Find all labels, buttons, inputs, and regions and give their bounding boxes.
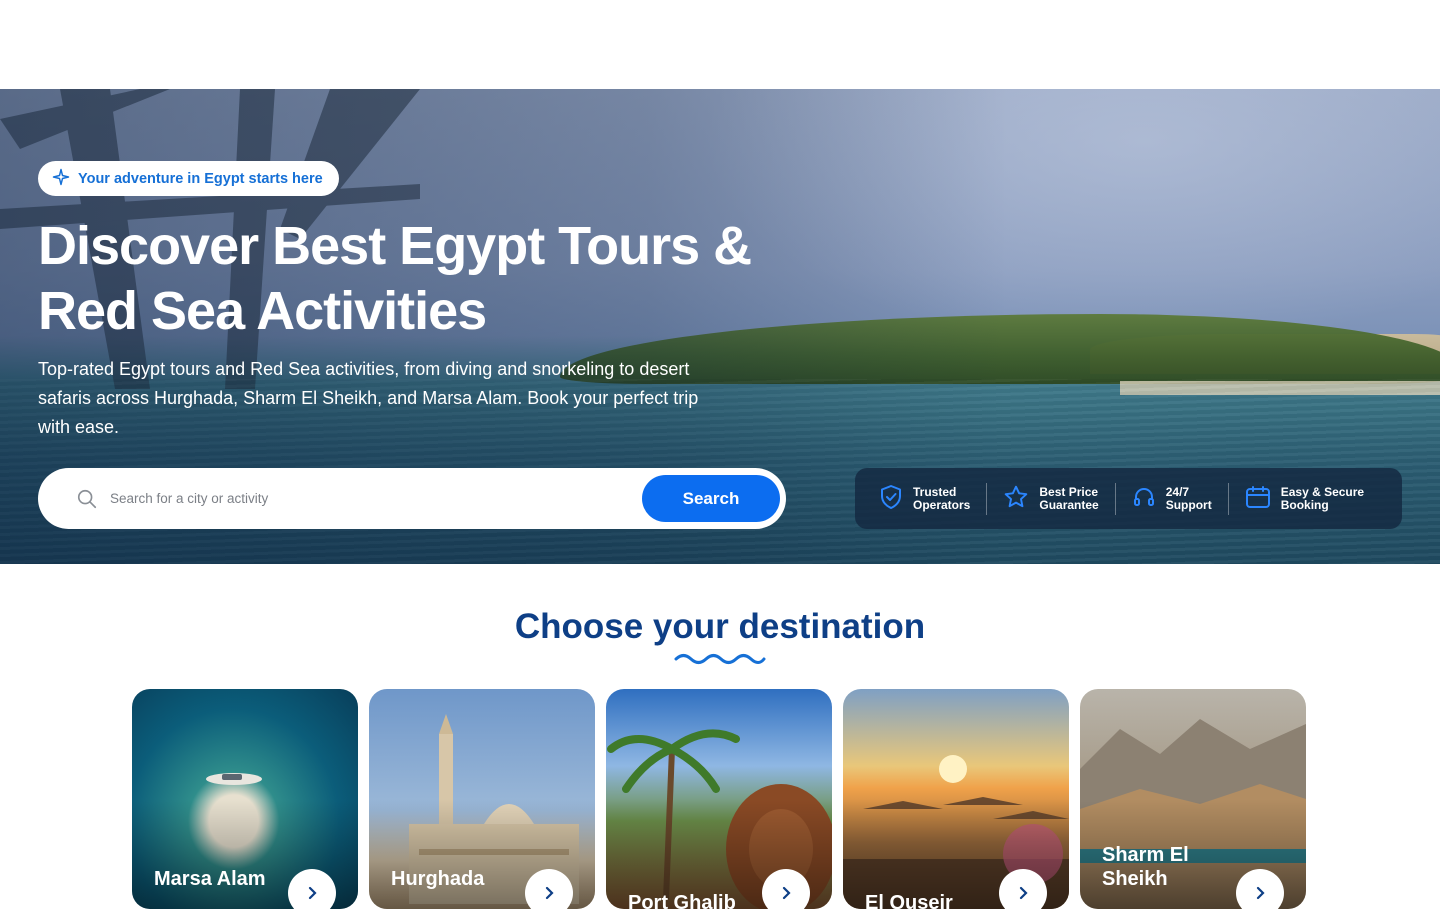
- arrow-right-icon[interactable]: [999, 869, 1047, 909]
- feature-secure-booking: Easy & Secure Booking: [1227, 482, 1380, 515]
- search-icon: [76, 488, 98, 510]
- destination-name: Port Ghalib: [628, 892, 736, 909]
- destination-cards: Marsa Alam Hurghada Port Ghalib El Qusei…: [132, 689, 1309, 909]
- hero-badge-text: Your adventure in Egypt starts here: [78, 170, 323, 187]
- search-button[interactable]: Search: [642, 475, 780, 522]
- arrow-right-icon[interactable]: [288, 869, 336, 909]
- hero-title-line-1: Discover Best Egypt Tours &: [38, 216, 752, 276]
- search-bar: Search: [38, 468, 786, 529]
- destination-card-hurghada[interactable]: Hurghada: [369, 689, 595, 909]
- top-navigation-bar: [0, 0, 1440, 89]
- calendar-icon: [1245, 485, 1271, 513]
- destination-name: Hurghada: [391, 868, 485, 890]
- title-underline-squiggle: [674, 654, 766, 664]
- destination-card-marsa-alam[interactable]: Marsa Alam: [132, 689, 358, 909]
- hero-title-line-2: Red Sea Activities: [38, 281, 487, 341]
- sparkle-icon: [52, 168, 70, 190]
- hero-subtitle: Top-rated Egypt tours and Red Sea activi…: [38, 359, 699, 437]
- destination-card-sharm-el-sheikh[interactable]: Sharm El Sheikh: [1080, 689, 1306, 909]
- destination-name: El Quseir: [865, 892, 953, 909]
- feature-label: 24/7 Support: [1165, 484, 1212, 512]
- boat-image: [206, 773, 262, 785]
- feature-label: Trusted Operators: [913, 484, 971, 512]
- arrow-right-icon[interactable]: [525, 869, 573, 909]
- feature-label: Best Price Guarantee: [1039, 484, 1099, 512]
- arrow-right-icon[interactable]: [1236, 869, 1284, 909]
- feature-trusted-operators: Trusted Operators: [879, 483, 986, 515]
- feature-best-price: Best Price Guarantee: [986, 482, 1114, 515]
- destination-name: Marsa Alam: [154, 868, 266, 890]
- headphones-icon: [1132, 485, 1156, 513]
- star-icon: [1003, 484, 1029, 514]
- arrow-right-icon[interactable]: [762, 869, 810, 909]
- destinations-title: Choose your destination: [514, 607, 926, 646]
- hero-badge: Your adventure in Egypt starts here: [38, 161, 339, 196]
- hero-title: Discover Best Egypt Tours & Red Sea Acti…: [38, 214, 798, 344]
- destination-card-port-ghalib[interactable]: Port Ghalib: [606, 689, 832, 909]
- search-input[interactable]: [110, 491, 642, 506]
- feature-highlights: Trusted Operators Best Price Guarantee 2…: [855, 468, 1402, 529]
- feature-support: 24/7 Support: [1114, 482, 1228, 515]
- hero-section: Your adventure in Egypt starts here Disc…: [0, 89, 1440, 564]
- destination-card-el-quseir[interactable]: El Quseir: [843, 689, 1069, 909]
- destination-name: Sharm El Sheikh: [1102, 844, 1189, 890]
- feature-label: Easy & Secure Booking: [1280, 484, 1365, 512]
- shield-check-icon: [879, 484, 903, 514]
